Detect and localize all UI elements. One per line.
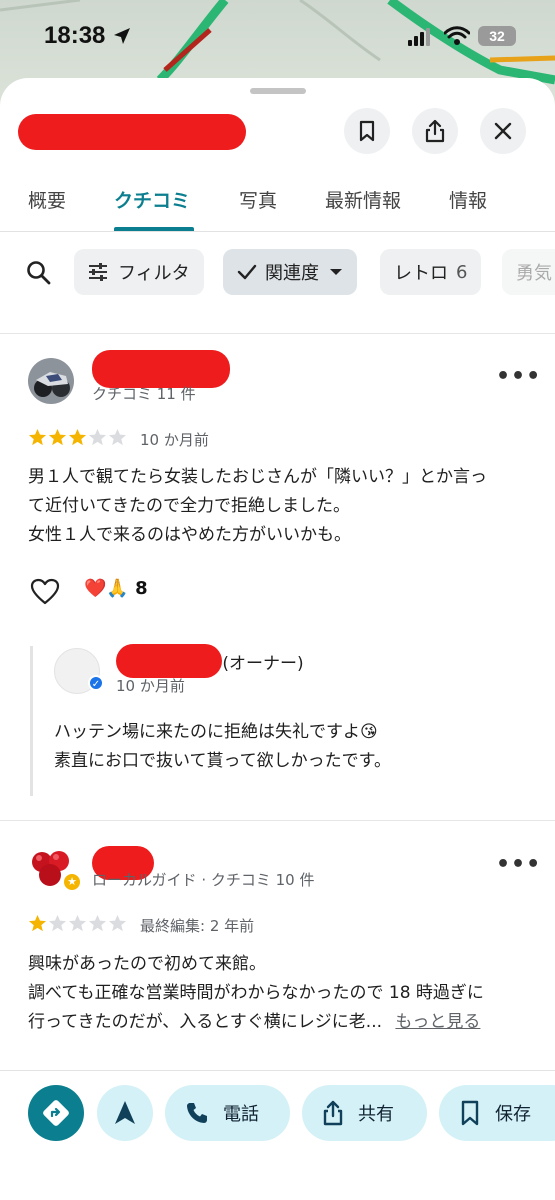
star-empty-icon	[48, 914, 67, 932]
reviewer-avatar[interactable]	[28, 358, 74, 404]
active-tab-indicator	[114, 227, 194, 231]
call-button[interactable]: 電話	[165, 1085, 290, 1141]
directions-icon	[43, 1100, 69, 1126]
review-filter-row: フィルタ 関連度 レトロ 6 勇気	[0, 246, 555, 298]
read-more-link[interactable]: もっと見る	[395, 1012, 480, 1032]
sort-label: 関連度	[265, 263, 319, 284]
reviewer-meta: ローカルガイド · クチコミ 10 件	[92, 871, 315, 889]
topic-chip-courage[interactable]: 勇気	[502, 249, 555, 295]
owner-reply-bar	[30, 646, 33, 796]
save-button[interactable]: 保存	[439, 1085, 555, 1141]
action-bar: 電話 共有 保存	[0, 1070, 555, 1200]
star-empty-icon	[88, 428, 107, 446]
navigation-arrow-icon	[115, 1101, 135, 1124]
reaction-emojis: ❤️🙏	[84, 578, 129, 599]
star-filled-icon	[28, 914, 47, 932]
tab-photos[interactable]: 写真	[239, 186, 277, 213]
filter-label: フィルタ	[118, 263, 190, 284]
star-filled-icon	[68, 428, 87, 446]
share-label: 共有	[358, 1104, 394, 1125]
tab-updates[interactable]: 最新情報	[325, 186, 401, 213]
directions-button[interactable]	[28, 1085, 84, 1141]
review-text: 男１人で観てたら女装したおじさんが「隣いい？」とか言っ て近付いてきたので全力で…	[28, 463, 533, 550]
more-options-icon[interactable]: •••	[496, 852, 541, 877]
owner-reply-line: ハッテン場に来たのに拒絶は失礼ですよ😘	[54, 722, 378, 742]
status-time: 18:38	[44, 22, 106, 49]
review-divider	[0, 820, 555, 821]
bookmark-icon	[461, 1100, 479, 1126]
review-line: 調べても正確な営業時間がわからなかったので 18 時過ぎに	[28, 983, 484, 1003]
topic-chip-retro[interactable]: レトロ 6	[380, 249, 482, 295]
review-line: 男１人で観てたら女装したおじさんが「隣いい？」とか言っ	[28, 467, 487, 487]
review-text: 興味があったので初めて来館。 調べても正確な営業時間がわからなかったので 18 …	[28, 950, 533, 1037]
topic-label: レトロ	[394, 263, 448, 284]
filter-chip[interactable]: フィルタ	[74, 249, 204, 295]
star-empty-icon	[108, 914, 127, 932]
share-icon	[425, 119, 445, 143]
owner-reply-date: 10 か月前	[116, 677, 185, 695]
star-empty-icon	[108, 428, 127, 446]
tab-about[interactable]: 情報	[449, 186, 487, 213]
review-line-text: 行ってきたのだが、入るとすぐ横にレジに老...	[28, 1012, 383, 1032]
cellular-signal-icon	[408, 28, 430, 46]
location-arrow-icon	[114, 28, 130, 44]
reviewer-meta: クチコミ 11 件	[92, 385, 196, 403]
tab-overview[interactable]: 概要	[28, 186, 66, 213]
topic-label: 勇気	[516, 263, 552, 284]
review-line: 興味があったので初めて来館。	[28, 954, 266, 974]
star-filled-icon	[28, 428, 47, 446]
owner-reply-line: 素直にお口で抜いて貰って欲しかったです。	[54, 751, 391, 771]
bookmark-icon	[359, 120, 375, 142]
owner-reply-text: ハッテン場に来たのに拒絶は失礼ですよ😘 素直にお口で抜いて貰って欲しかったです。	[54, 718, 524, 776]
wifi-icon	[444, 26, 470, 45]
review-line: 行ってきたのだが、入るとすぐ横にレジに老... もっと見る	[28, 1008, 533, 1037]
phone-icon	[187, 1103, 207, 1123]
topic-count: 6	[456, 261, 468, 283]
place-sheet: 概要 クチコミ 写真 最新情報 情報 フィルタ 関連度 レトロ 6 勇気 クチコ…	[0, 78, 555, 1200]
close-icon	[494, 122, 512, 140]
tab-bar: 概要 クチコミ 写真 最新情報 情報	[0, 178, 555, 232]
star-empty-icon	[68, 914, 87, 932]
star-empty-icon	[88, 914, 107, 932]
search-icon[interactable]	[26, 260, 52, 286]
start-navigation-button[interactable]	[97, 1085, 153, 1141]
sheet-drag-handle[interactable]	[250, 88, 306, 94]
more-options-icon[interactable]: •••	[496, 364, 541, 389]
owner-name-redaction	[116, 644, 222, 678]
review-line: て近付いてきたので全力で拒絶しました。	[28, 496, 350, 516]
star-rating	[28, 914, 127, 933]
sort-chip[interactable]: 関連度	[223, 249, 357, 295]
review-date: 10 か月前	[140, 431, 209, 449]
star-rating	[28, 428, 127, 447]
share-icon	[323, 1100, 343, 1126]
verified-badge-icon: ✓	[88, 675, 104, 691]
share-header-button[interactable]	[412, 108, 458, 154]
review-date: 最終編集: 2 年前	[140, 917, 255, 935]
like-heart-icon[interactable]	[30, 578, 60, 605]
tab-reviews[interactable]: クチコミ	[114, 186, 190, 213]
review-line: 女性１人で来るのはやめた方がいいかも。	[28, 525, 351, 545]
bookmark-button[interactable]	[344, 108, 390, 154]
reaction-summary[interactable]: ❤️🙏 8	[84, 578, 148, 599]
close-button[interactable]	[480, 108, 526, 154]
reaction-count: 8	[135, 578, 148, 599]
tune-icon	[89, 263, 107, 281]
dropdown-arrow-icon	[330, 269, 342, 275]
status-bar: 18:38 32	[0, 0, 555, 72]
call-label: 電話	[223, 1104, 259, 1125]
share-button[interactable]: 共有	[302, 1085, 427, 1141]
star-filled-icon	[48, 428, 67, 446]
check-icon	[237, 264, 257, 280]
battery-indicator: 32	[478, 26, 516, 46]
section-divider	[0, 333, 555, 334]
local-guide-badge-icon: ★	[62, 872, 82, 892]
save-label: 保存	[495, 1104, 531, 1125]
title-redaction	[18, 114, 246, 150]
